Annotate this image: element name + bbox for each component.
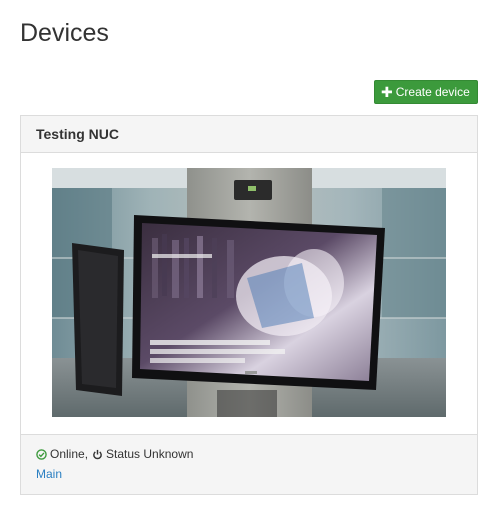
create-device-label: Create device <box>395 85 470 99</box>
device-card: Testing NUC Online , Status Unknown Main <box>20 115 478 495</box>
page-title: Devices <box>20 19 109 47</box>
device-card-header: Testing NUC <box>21 116 477 153</box>
connection-status: Online <box>50 447 85 461</box>
device-card-body <box>21 153 477 434</box>
devices-page: Devices ✚ Create device Testing NUC Onli… <box>0 0 498 520</box>
power-status: Status Unknown <box>106 447 194 461</box>
device-card-footer: Online , Status Unknown Main <box>21 434 477 494</box>
check-circle-icon <box>36 448 47 460</box>
device-screenshot[interactable] <box>52 168 446 417</box>
playlist-link[interactable]: Main <box>36 467 62 481</box>
device-name[interactable]: Testing NUC <box>36 126 119 142</box>
status-separator: , <box>84 447 89 461</box>
power-icon <box>93 449 102 459</box>
create-device-button[interactable]: ✚ Create device <box>374 80 478 104</box>
device-status: Online , Status Unknown <box>36 444 462 464</box>
plus-icon: ✚ <box>381 84 393 100</box>
